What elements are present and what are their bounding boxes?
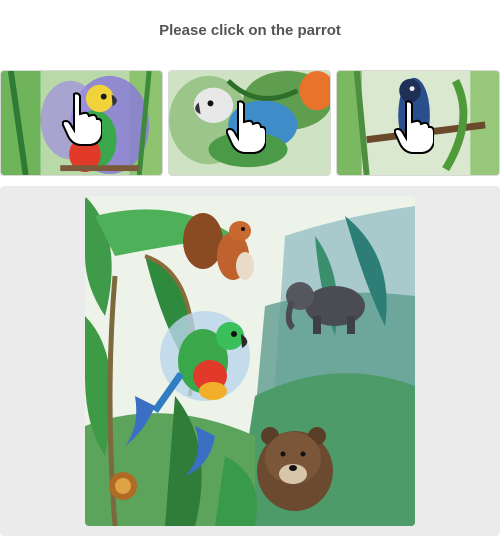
lion-figure: [109, 472, 137, 500]
example-images-row: [0, 70, 500, 176]
pointer-hand-icon-1: [62, 92, 102, 146]
pointer-hand-icon-2: [226, 100, 266, 154]
instruction-text: Please click on the parrot: [159, 22, 341, 39]
bear-figure: [257, 427, 333, 511]
pointer-hand-icon-3: [394, 100, 434, 154]
challenge-image[interactable]: [85, 196, 415, 526]
jungle-scene-illustration: [85, 196, 415, 526]
